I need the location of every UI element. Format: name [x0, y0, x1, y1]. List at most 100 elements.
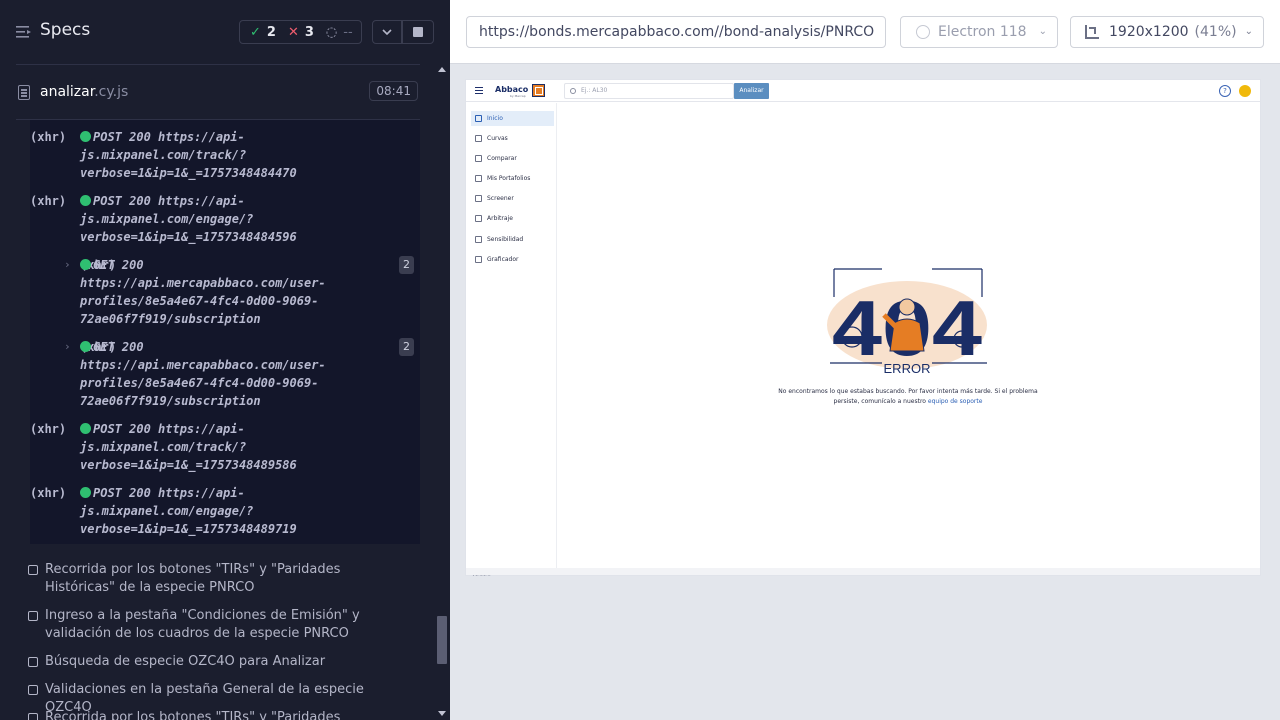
runner-options-button[interactable]	[372, 20, 402, 44]
nav-item-sensibilidad[interactable]: Sensibilidad	[471, 232, 554, 247]
pending-test-icon	[28, 657, 38, 667]
fail-x-icon: ✕	[287, 24, 299, 40]
log-message: GET 200 https://api.mercapabbaco.com/use…	[80, 256, 380, 328]
error-message: No encontramos lo que estabas buscando. …	[768, 387, 1048, 407]
support-link[interactable]: equipo de soporte	[928, 398, 983, 405]
specs-title[interactable]: Specs	[40, 20, 90, 40]
scroll-up-arrow-icon[interactable]	[438, 67, 446, 72]
status-dot-icon	[80, 341, 91, 352]
viewport-selector[interactable]: 1920x1200 (41%) ⌄	[1070, 16, 1264, 48]
spec-basename: analizar	[40, 84, 95, 100]
status-dot-icon	[80, 423, 91, 434]
nav-item-portafolios[interactable]: Mis Portafolios	[471, 171, 554, 186]
log-entry[interactable]: › (xhr) GET 200 https://api.mercapabbaco…	[30, 256, 420, 328]
pending-test-icon	[28, 685, 38, 695]
log-entry[interactable]: (xhr) POST 200 https://api-js.mixpanel.c…	[30, 128, 420, 182]
error-404-illustration: 404 ERROR	[827, 268, 987, 376]
log-entry[interactable]: (xhr) POST 200 https://api-js.mixpanel.c…	[30, 484, 420, 538]
search-input[interactable]: Ej.: AL30	[564, 83, 734, 99]
test-item[interactable]: Recorrida por los botones "TIRs" y "Pari…	[28, 709, 408, 720]
stop-button[interactable]	[402, 20, 434, 44]
log-type: (xhr)	[30, 130, 67, 144]
nav-item-comparar[interactable]: Comparar	[471, 151, 554, 166]
status-dot-icon	[80, 131, 91, 142]
nav-label: Graficador	[487, 256, 519, 263]
nav-label: Screener	[487, 195, 514, 202]
specs-list-icon[interactable]	[16, 24, 32, 40]
spec-filename[interactable]: analizar.cy.js	[40, 84, 128, 100]
nav-label: Arbitraje	[487, 215, 513, 222]
scroll-thumb[interactable]	[437, 616, 447, 664]
test-item[interactable]: Búsqueda de especie OZC4O para Analizar	[28, 653, 408, 671]
spec-extension: .cy.js	[94, 84, 129, 100]
pending-test-icon	[28, 713, 38, 720]
nav-item-graficador[interactable]: Graficador	[471, 252, 554, 267]
avatar[interactable]	[1239, 85, 1251, 97]
log-entry[interactable]: (xhr) POST 200 https://api-js.mixpanel.c…	[30, 192, 420, 246]
log-entry[interactable]: › (xhr) GET 200 https://api.mercapabbaco…	[30, 338, 420, 410]
chevron-right-icon[interactable]: ›	[64, 256, 71, 274]
nav-label: Mis Portafolios	[487, 175, 531, 182]
app-main: 404 ERROR No encontramos lo que estabas …	[558, 103, 1260, 568]
chevron-right-icon[interactable]: ›	[64, 338, 71, 356]
log-text: POST 200 https://api-js.mixpanel.com/eng…	[80, 486, 297, 536]
test-item[interactable]: Recorrida por los botones "TIRs" y "Pari…	[28, 561, 408, 597]
spec-duration: 08:41	[369, 81, 418, 101]
nav-item-curvas[interactable]: Curvas	[471, 131, 554, 146]
url-bar[interactable]: https://bonds.mercapabbaco.com//bond-ana…	[466, 16, 886, 48]
log-entry[interactable]: (xhr) POST 200 https://api-js.mixpanel.c…	[30, 420, 420, 474]
nav-label: Comparar	[487, 155, 517, 162]
search-placeholder: Ej.: AL30	[581, 87, 608, 94]
pending-count: --	[343, 24, 353, 40]
nav-item-inicio[interactable]: Inicio	[471, 111, 554, 126]
nav-label: Sensibilidad	[487, 236, 524, 243]
app-logo[interactable]: Abbaco	[495, 85, 528, 94]
log-message: GET 200 https://api.mercapabbaco.com/use…	[80, 338, 380, 410]
viewport-size: 1920x1200	[1109, 24, 1189, 40]
flask-icon	[475, 236, 482, 243]
log-message: POST 200 https://api-js.mixpanel.com/tra…	[80, 128, 380, 182]
nav-item-screener[interactable]: Screener	[471, 191, 554, 206]
app-header: Abbaco by Mercap Ej.: AL30 Analizar ?	[466, 80, 1260, 102]
pass-check-icon: ✓	[250, 24, 261, 40]
chevron-down-icon: ⌄	[1244, 26, 1253, 37]
failed-count: 3	[304, 24, 314, 40]
error-message-text: No encontramos lo que estabas buscando. …	[778, 388, 1038, 405]
home-icon	[475, 115, 482, 122]
log-count-badge: 2	[399, 338, 414, 356]
stop-icon	[413, 27, 423, 37]
log-type: (xhr)	[30, 194, 67, 208]
pending-test-icon	[28, 611, 38, 621]
runner-header: Specs ✓ 2 ✕ 3 ◌ --	[0, 0, 450, 64]
log-type: (xhr)	[30, 486, 67, 500]
log-message: POST 200 https://api-js.mixpanel.com/tra…	[80, 420, 380, 474]
runner-panel: Specs ✓ 2 ✕ 3 ◌ -- analizar.cy.js 08:41 …	[0, 0, 450, 720]
test-title: Búsqueda de especie OZC4O para Analizar	[45, 654, 326, 669]
nav-item-arbitraje[interactable]: Arbitraje	[471, 211, 554, 226]
menu-icon[interactable]	[475, 87, 483, 88]
runner-scrollbar[interactable]	[436, 64, 450, 720]
command-log: (xhr) POST 200 https://api-js.mixpanel.c…	[30, 120, 420, 544]
spec-header: analizar.cy.js 08:41	[16, 64, 420, 120]
status-dot-icon	[80, 259, 91, 270]
analyze-button[interactable]: Analizar	[734, 83, 769, 99]
aut-toolbar: https://bonds.mercapabbaco.com//bond-ana…	[450, 0, 1280, 64]
file-icon	[18, 85, 30, 100]
arbitrage-icon	[475, 215, 482, 222]
error-label: ERROR	[884, 361, 931, 376]
app-bottom-strip	[466, 568, 1260, 575]
scroll-down-arrow-icon[interactable]	[438, 711, 446, 716]
chevron-down-icon	[382, 29, 392, 35]
test-title: Recorrida por los botones "TIRs" y "Pari…	[45, 562, 341, 595]
app-sidebar: Inicio Curvas Comparar Mis Portafolios S…	[466, 103, 557, 578]
help-icon[interactable]: ?	[1219, 85, 1231, 97]
chevron-down-icon: ⌄	[1038, 26, 1047, 37]
test-title: Ingreso a la pestaña "Condiciones de Emi…	[45, 608, 360, 641]
browser-label: Electron 118	[938, 24, 1027, 40]
test-item[interactable]: Ingreso a la pestaña "Condiciones de Emi…	[28, 607, 408, 643]
browser-selector[interactable]: Electron 118 ⌄	[900, 16, 1058, 48]
nav-label: Inicio	[487, 115, 503, 122]
electron-icon	[916, 25, 930, 39]
pending-test-icon	[28, 565, 38, 575]
log-message: POST 200 https://api-js.mixpanel.com/eng…	[80, 484, 380, 538]
